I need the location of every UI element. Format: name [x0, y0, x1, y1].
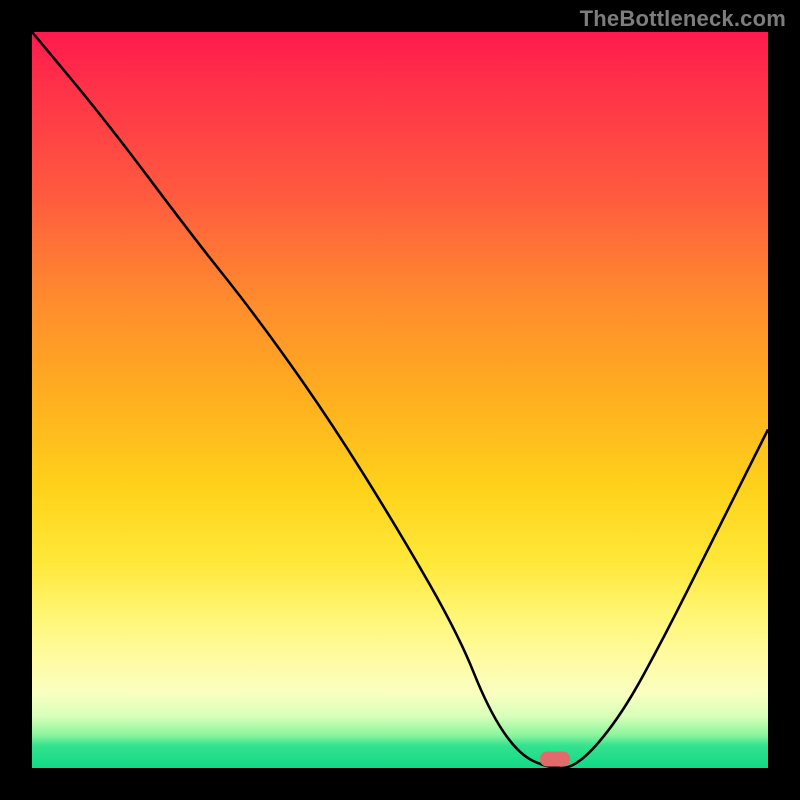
plot-area [32, 32, 768, 768]
optimal-point-marker [540, 752, 570, 767]
bottleneck-curve-path [32, 32, 768, 768]
chart-frame: TheBottleneck.com [0, 0, 800, 800]
curve-svg [32, 32, 768, 768]
watermark-text: TheBottleneck.com [580, 6, 786, 32]
